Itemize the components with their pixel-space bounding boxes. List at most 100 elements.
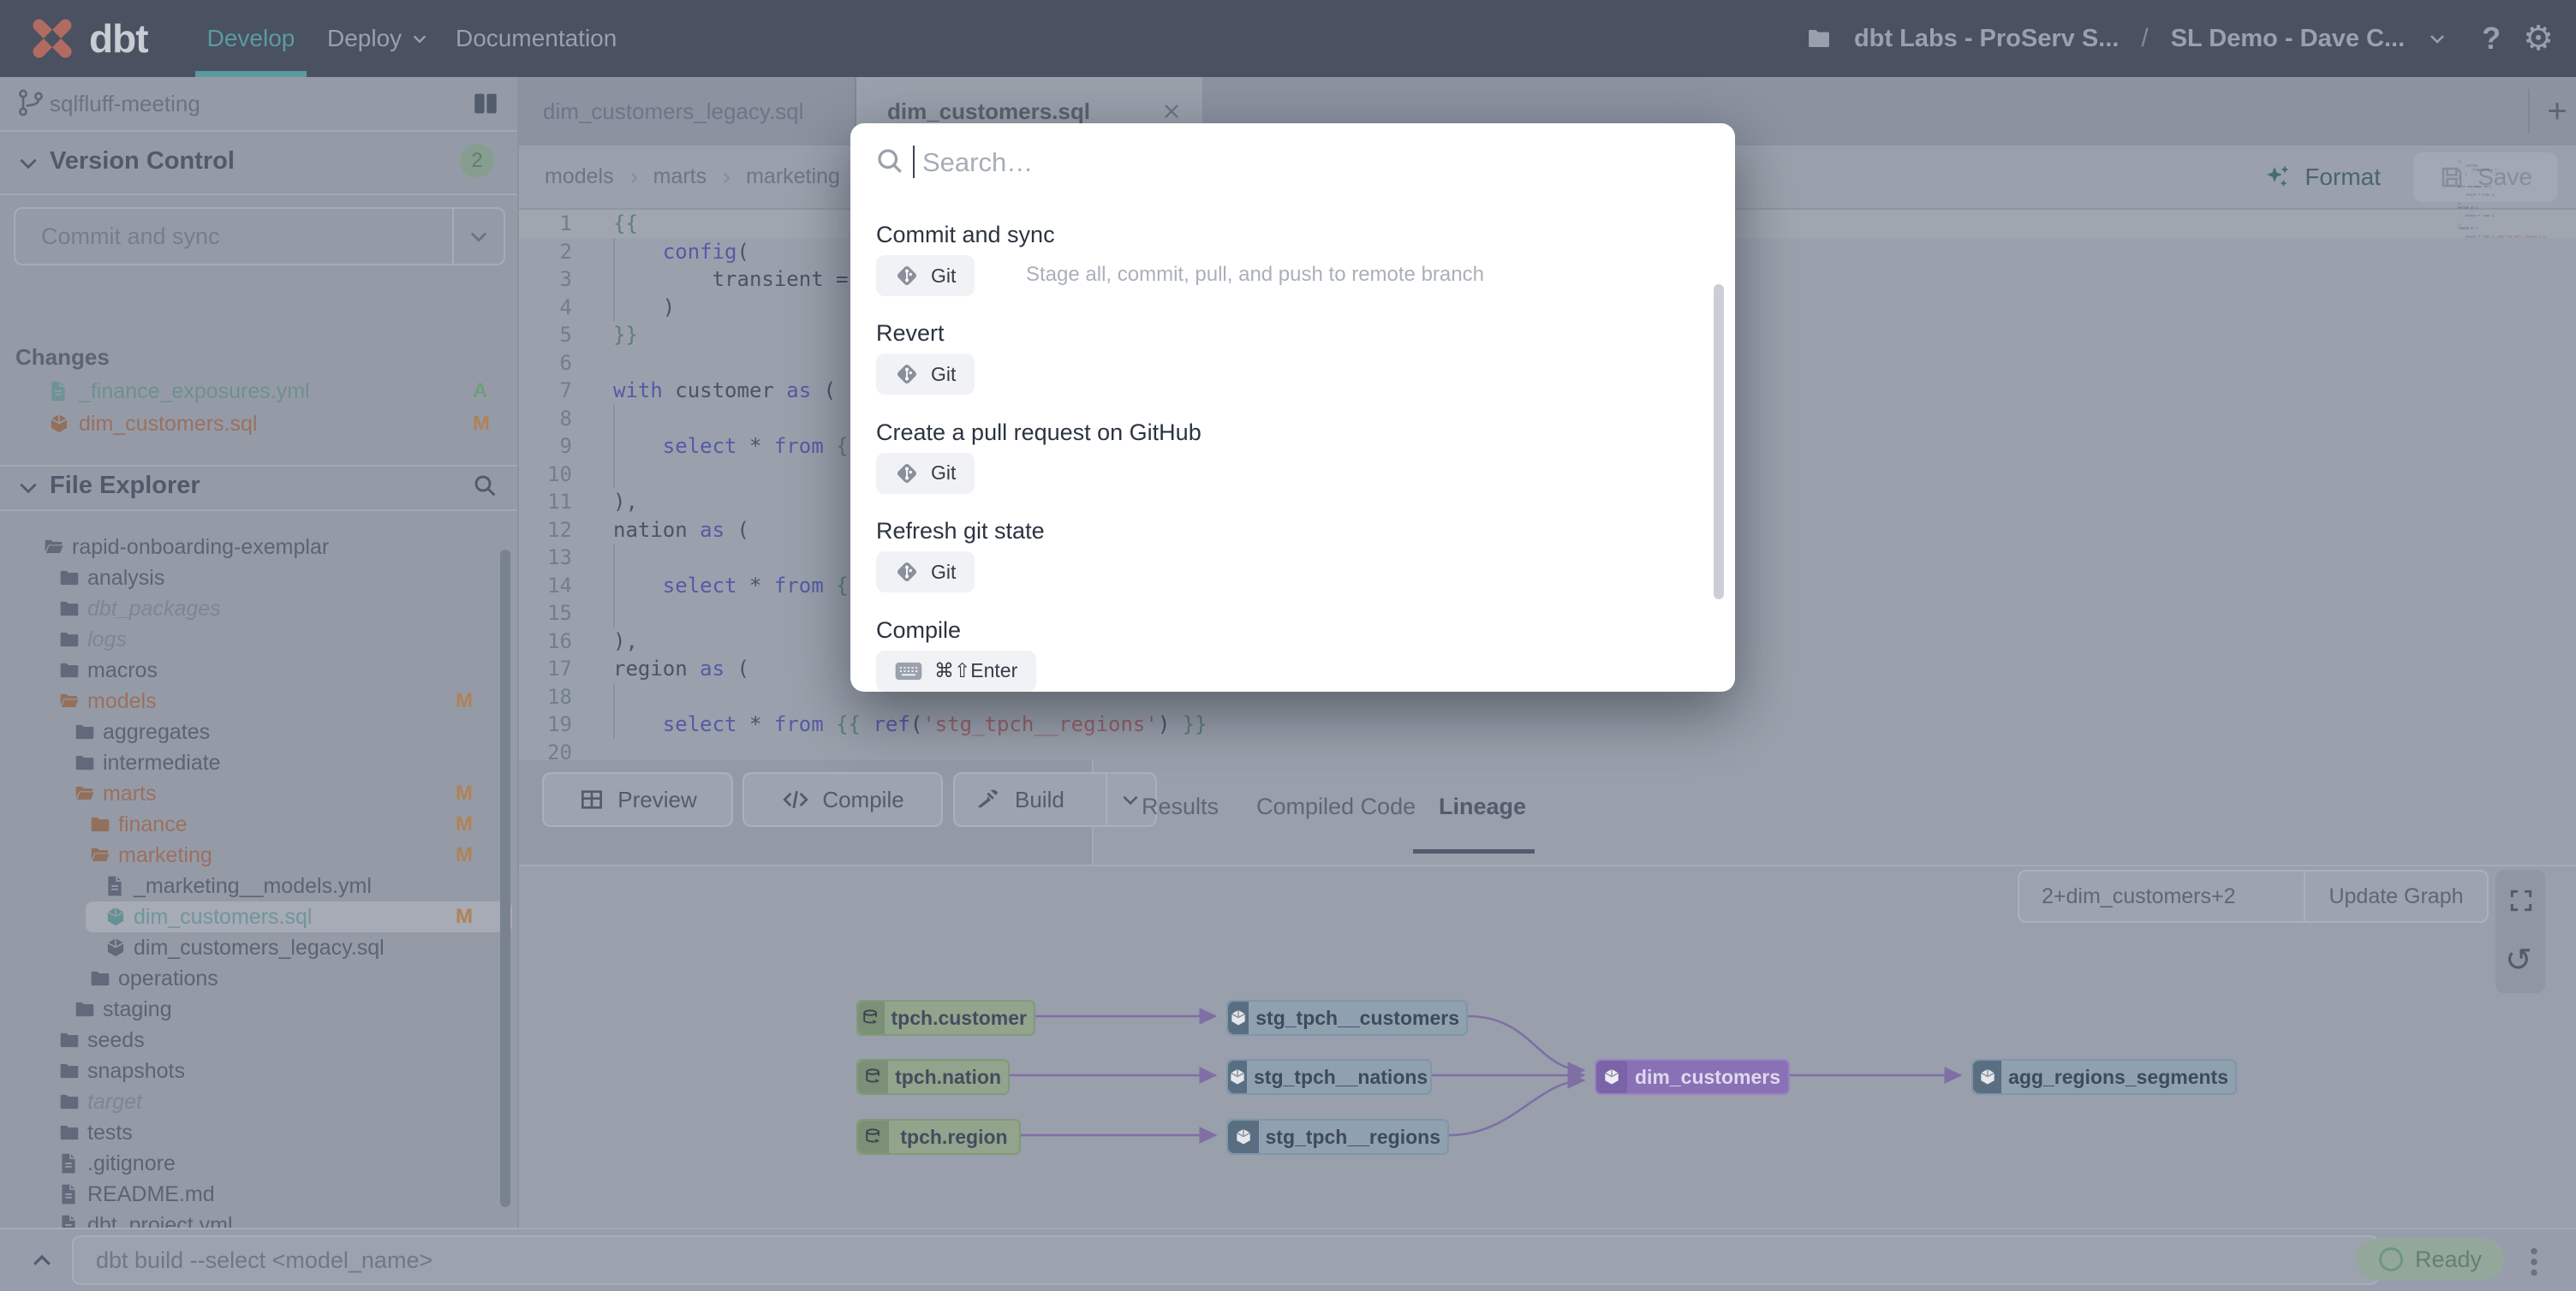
fullscreen-icon[interactable] (2507, 887, 2535, 914)
file-tree-item-marketing[interactable]: marketingM (0, 840, 517, 871)
lineage-node-tpch_customer[interactable]: tpch.customer (856, 1000, 1035, 1036)
file-tree-item--gitignore[interactable]: .gitignore (0, 1148, 517, 1179)
file-explorer-header[interactable]: File Explorer (0, 467, 517, 509)
sidebar-scrollbar[interactable] (500, 550, 510, 1207)
file-tree-item-operations[interactable]: operations (0, 963, 517, 994)
gear-icon[interactable]: ⚙ (2523, 19, 2554, 58)
lineage-selector-box: 2+dim_customers+2 Update Graph (2018, 870, 2489, 923)
lineage-node-tpch_nation[interactable]: tpch.nation (856, 1059, 1010, 1095)
compile-button[interactable]: Compile (742, 772, 943, 827)
nav-tab-documentation[interactable]: Documentation (456, 0, 617, 77)
file-tree-item-dbt-packages[interactable]: dbt_packages (0, 593, 517, 624)
dbt-logo[interactable]: dbt (24, 10, 148, 67)
new-tab-button[interactable]: + (2538, 92, 2576, 130)
file-tree-label: rapid-onboarding-exemplar (72, 535, 329, 560)
lineage-node-dim_customers[interactable]: dim_customers (1595, 1059, 1790, 1095)
command-input[interactable]: dbt build --select <model_name> (72, 1235, 2379, 1285)
lineage-selector-input[interactable]: 2+dim_customers+2 (2019, 872, 2304, 921)
tab-lineage[interactable]: Lineage (1439, 760, 1526, 853)
file-tree-item-target[interactable]: target (0, 1086, 517, 1117)
file-tree-item-analysis[interactable]: analysis (0, 562, 517, 593)
file-tree-item-staging[interactable]: staging (0, 994, 517, 1025)
search-icon[interactable] (471, 472, 498, 499)
palette-item-commit-and-sync[interactable]: Commit and syncGitStage all, commit, pul… (876, 222, 1701, 307)
lineage-node-stg_nations[interactable]: stg_tpch__nations (1226, 1059, 1432, 1095)
preview-button[interactable]: Preview (542, 772, 733, 827)
docs-book-icon[interactable] (471, 89, 500, 118)
file-tree-item-readme-md[interactable]: README.md (0, 1179, 517, 1210)
code-text: {{ (613, 210, 638, 238)
chevron-up-icon[interactable] (29, 1248, 55, 1274)
file-tree-item--marketing-models-yml[interactable]: _marketing__models.yml (0, 871, 517, 901)
code-text: ) (613, 294, 675, 322)
lineage-node-stg_customers[interactable]: stg_tpch__customers (1226, 1000, 1468, 1036)
reset-view-icon[interactable]: ↺ (2505, 943, 2532, 976)
modal-search-row[interactable]: Search… (850, 123, 1735, 199)
code-text: config( (613, 238, 749, 266)
tab-dim-customers-legacy[interactable]: dim_customers_legacy.sql (517, 77, 856, 146)
tab-compiled-code[interactable]: Compiled Code (1256, 760, 1416, 853)
file-tree-item-tests[interactable]: tests (0, 1117, 517, 1148)
palette-item-revert[interactable]: RevertGit (876, 320, 1701, 406)
lineage-canvas[interactable]: tpch.customer stg_tpch__customers tpch.nat… (517, 866, 2576, 1228)
folder-icon (58, 1091, 80, 1113)
close-icon[interactable] (1160, 99, 1184, 123)
lineage-node-tpch_region[interactable]: tpch.region (856, 1119, 1021, 1155)
file-tree-item-logs[interactable]: logs (0, 624, 517, 655)
lineage-edge (1468, 1016, 1584, 1070)
code-icon (781, 785, 810, 814)
git-branch-row[interactable]: sqlfluff-meeting (0, 77, 517, 130)
kebab-menu-icon[interactable] (2521, 1245, 2547, 1279)
file-tree-item-dim-customers-legacy-sql[interactable]: dim_customers_legacy.sql (0, 932, 517, 963)
nav-tab-deploy[interactable]: Deploy (327, 0, 429, 77)
build-button[interactable]: Build (953, 772, 1157, 827)
palette-item-create-a-pull-request-on-github[interactable]: Create a pull request on GitHubGit (876, 419, 1701, 505)
chevron-down-icon[interactable] (2427, 28, 2448, 49)
tab-results[interactable]: Results (1142, 760, 1219, 853)
code-text: select * from {{ ref('stg_tpch__regions'… (613, 711, 1208, 739)
file-tree-item-marts[interactable]: martsM (0, 778, 517, 809)
folder-icon (89, 967, 111, 990)
line-number: 8 (517, 405, 572, 433)
code-text: nation as ( (2458, 205, 2478, 209)
crumb-models[interactable]: models (545, 164, 614, 189)
changed-file-row[interactable]: _finance_exposures.ymlA (0, 375, 517, 408)
changes-list: _finance_exposures.ymlAdim_customers.sql… (0, 375, 517, 440)
crumb-marts[interactable]: marts (653, 164, 707, 189)
file-icon (58, 1183, 79, 1205)
palette-item-compile[interactable]: Compile⌘⇧Enter (876, 617, 1701, 703)
file-tree-item-rapid-onboarding-exemplar[interactable]: rapid-onboarding-exemplar (0, 532, 517, 562)
editor-minimap[interactable]: {{ config( transient = f )}}with custome… (2458, 159, 2562, 255)
file-tree-item-dbt-project-yml[interactable]: dbt_project.yml (0, 1210, 517, 1228)
bottom-pane: Preview Compile (517, 760, 2576, 1228)
file-tree-item-finance[interactable]: financeM (0, 809, 517, 840)
lineage-node-agg_regions_segments[interactable]: agg_regions_segments (1971, 1059, 2237, 1095)
line-number: 18 (517, 683, 572, 711)
lineage-node-stg_regions[interactable]: stg_tpch__regions (1226, 1119, 1449, 1155)
file-tree-item-macros[interactable]: macros (0, 655, 517, 686)
chevron-down-icon[interactable] (452, 209, 504, 264)
environment-selector[interactable]: SL Demo - Dave C... (2171, 25, 2405, 53)
version-control-header[interactable]: Version Control 2 (0, 132, 517, 193)
palette-item-refresh-git-state[interactable]: Refresh git stateGit (876, 518, 1701, 604)
folder-icon (43, 536, 65, 558)
commit-and-sync-button[interactable]: Commit and sync (14, 207, 505, 265)
file-tree-item-models[interactable]: modelsM (0, 686, 517, 717)
file-tree-item-aggregates[interactable]: aggregates (0, 717, 517, 747)
crumb-marketing[interactable]: marketing (746, 164, 840, 189)
update-graph-button[interactable]: Update Graph (2304, 872, 2487, 921)
line-number: 17 (517, 655, 572, 683)
project-selector[interactable]: dbt Labs - ProServ S... (1854, 25, 2119, 53)
file-tree-item-intermediate[interactable]: intermediate (0, 747, 517, 778)
graph-controls-panel: ↺ (2496, 870, 2545, 993)
file-tree-item-seeds[interactable]: seeds (0, 1025, 517, 1056)
file-tree-item-dim-customers-sql[interactable]: dim_customers.sqlM (0, 901, 517, 932)
nav-tab-develop[interactable]: Develop (195, 0, 307, 77)
lineage-node-label: tpch.region (889, 1126, 1019, 1149)
format-button[interactable]: Format (2262, 146, 2381, 208)
modal-scrollbar[interactable] (1714, 284, 1724, 599)
changed-file-row[interactable]: dim_customers.sqlM (0, 408, 517, 440)
file-tree-item-snapshots[interactable]: snapshots (0, 1056, 517, 1086)
git-icon (895, 560, 919, 584)
help-icon[interactable]: ? (2482, 21, 2501, 57)
